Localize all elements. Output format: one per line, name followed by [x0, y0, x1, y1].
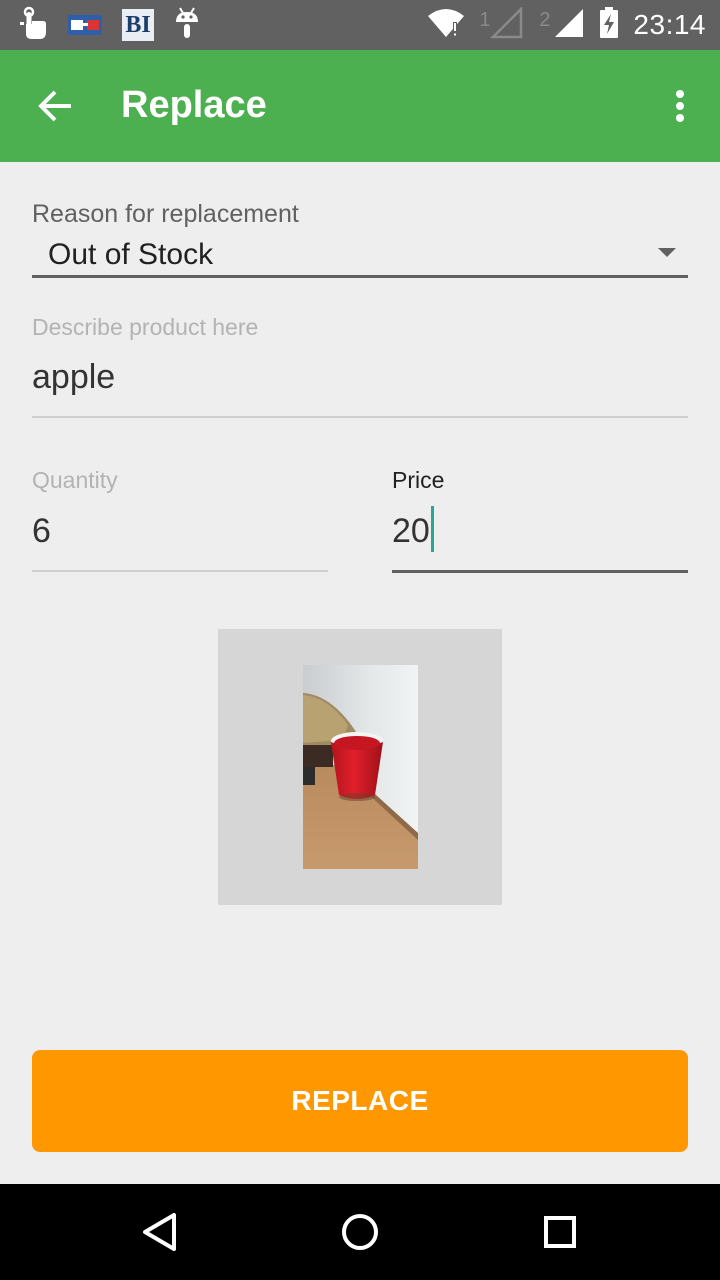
reason-selected-value: Out of Stock: [48, 238, 214, 271]
product-photo[interactable]: [303, 665, 418, 869]
signal-sim1-icon: 1: [479, 5, 525, 44]
describe-product-label: Describe product here: [32, 314, 259, 340]
page-title: Replace: [121, 84, 267, 126]
quantity-input[interactable]: 6: [32, 500, 328, 572]
recents-square-icon: [544, 1216, 576, 1248]
text-cursor: [431, 506, 434, 552]
battery-charging-icon: [599, 6, 619, 44]
system-nav-bar: [0, 1184, 720, 1280]
price-label: Price: [392, 467, 445, 493]
sim2-label: 2: [539, 8, 551, 31]
more-vert-icon: [676, 90, 684, 122]
app-bar: Replace: [0, 50, 720, 162]
product-photo-frame[interactable]: [218, 629, 502, 905]
price-value: 20: [392, 512, 430, 550]
reason-label: Reason for replacement: [32, 200, 299, 228]
describe-product-input[interactable]: apple: [32, 350, 688, 418]
glasses-icon: [68, 12, 102, 38]
arrow-left-icon: [38, 90, 71, 122]
dropdown-arrow-icon: [658, 248, 676, 257]
overflow-menu-button[interactable]: [660, 78, 700, 134]
wifi-icon: [427, 8, 465, 43]
bi-icon: BI: [122, 9, 154, 41]
status-notification-icons: BI: [18, 6, 200, 44]
nav-recents-button[interactable]: [536, 1208, 584, 1256]
price-input[interactable]: 20: [392, 500, 688, 573]
android-icon: [174, 6, 200, 45]
touch-icon: [18, 6, 48, 45]
status-bar: BI 1 2 23:14: [0, 0, 720, 50]
signal-sim2-icon: 2: [539, 7, 585, 44]
status-clock: 23:14: [633, 9, 706, 40]
quantity-label: Quantity: [32, 467, 118, 493]
sim1-label: 1: [479, 8, 491, 31]
status-system-icons: 1 2 23:14: [427, 5, 706, 44]
back-button[interactable]: [24, 78, 88, 134]
nav-home-button[interactable]: [336, 1208, 384, 1256]
quantity-value: 6: [32, 512, 51, 550]
home-circle-icon: [342, 1214, 378, 1250]
reason-dropdown[interactable]: Out of Stock: [32, 232, 688, 278]
back-triangle-icon: [143, 1213, 176, 1251]
nav-back-button[interactable]: [136, 1208, 184, 1256]
describe-product-value: apple: [32, 358, 116, 396]
replace-button[interactable]: REPLACE: [32, 1050, 688, 1152]
